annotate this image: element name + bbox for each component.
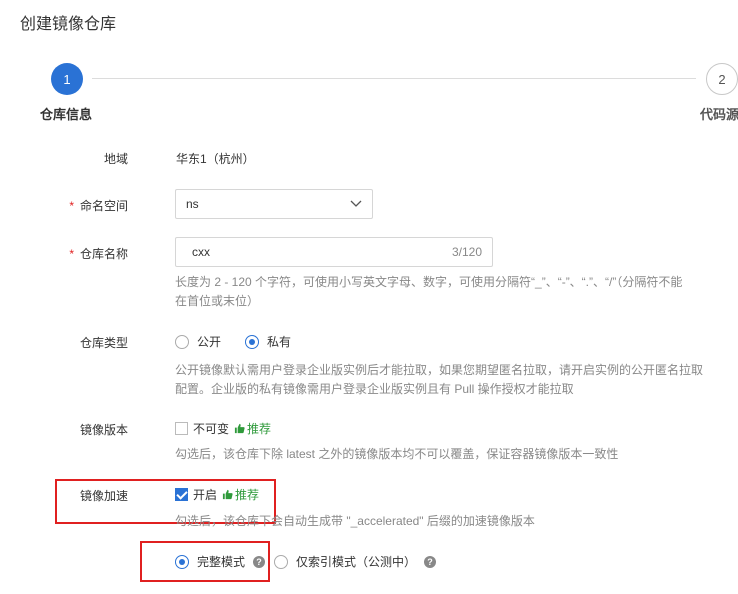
repo-name-label-text: 仓库名称 <box>79 247 128 261</box>
mode-full-label: 完整模式 <box>197 555 246 569</box>
repo-type-label: 仓库类型 <box>79 336 128 350</box>
step-1-indicator: 1 <box>51 63 83 95</box>
radio-full-mode[interactable] <box>175 554 189 569</box>
radio-private[interactable] <box>245 334 259 349</box>
namespace-label: * 命名空间 <box>0 197 128 214</box>
recommend-badge: 推荐 <box>222 486 259 503</box>
accel-label: 开启 <box>193 488 218 502</box>
step-2-indicator: 2 <box>706 63 738 95</box>
recommend-text: 推荐 <box>235 488 260 502</box>
mode-index-label: 仅索引模式（公测中） <box>296 555 417 569</box>
repo-name-input[interactable]: cxx 3/120 <box>175 237 493 267</box>
page-title: 创建镜像仓库 <box>20 16 117 33</box>
repo-name-help-line1: 长度为 2 - 120 个字符，可使用小写英文字母、数字，可使用分隔符“_”、“… <box>175 275 683 289</box>
step-2-label: 代码源 <box>700 107 738 122</box>
repo-name-value: cxx <box>192 245 210 259</box>
namespace-selected-value: ns <box>186 197 199 211</box>
image-accel-label: 镜像加速 <box>79 489 128 503</box>
step-1-number: 1 <box>63 71 71 87</box>
namespace-label-text: 命名空间 <box>79 199 128 213</box>
repo-type-private-radio[interactable]: 私有 <box>245 333 291 350</box>
repo-type-private-label: 私有 <box>267 335 292 349</box>
required-mark: * <box>69 199 74 213</box>
recommend-badge: 推荐 <box>234 420 271 437</box>
step-1-label: 仓库信息 <box>40 107 93 122</box>
immutable-checkbox-group[interactable]: 不可变 推荐 <box>175 420 271 437</box>
step-2-number: 2 <box>718 71 726 87</box>
namespace-select[interactable]: ns <box>175 189 373 219</box>
image-version-label: 镜像版本 <box>79 423 128 437</box>
region-value: 华东1（杭州） <box>176 152 255 166</box>
image-version-help: 勾选后，该仓库下除 latest 之外的镜像版本均不可以覆盖，保证容器镜像版本一… <box>175 447 619 461</box>
accel-checkbox-group[interactable]: 开启 推荐 <box>175 486 259 503</box>
accel-checkbox[interactable] <box>175 488 188 501</box>
immutable-label: 不可变 <box>193 422 230 436</box>
repo-type-help-line2: 配置。企业版的私有镜像需用户登录企业版实例且有 Pull 操作授权才能拉取 <box>175 382 574 396</box>
mode-index-radio[interactable]: 仅索引模式（公测中） ? <box>274 553 437 570</box>
region-label: 地域 <box>103 152 128 166</box>
repo-type-help: 公开镜像默认需用户登录企业版实例后才能拉取，如果您期望匿名拉取，请开启实例的公开… <box>175 361 715 399</box>
mode-full-radio[interactable]: 完整模式 ? <box>175 553 266 570</box>
required-mark: * <box>69 247 74 261</box>
radio-index-mode[interactable] <box>274 554 288 569</box>
chevron-down-icon <box>350 200 362 207</box>
char-counter: 3/120 <box>451 245 482 259</box>
repo-type-help-line1: 公开镜像默认需用户登录企业版实例后才能拉取，如果您期望匿名拉取，请开启实例的公开… <box>175 363 704 377</box>
repo-name-label: * 仓库名称 <box>0 245 128 262</box>
immutable-checkbox[interactable] <box>175 422 188 435</box>
repo-type-public-radio[interactable]: 公开 <box>175 333 221 350</box>
radio-public[interactable] <box>175 334 189 349</box>
image-accel-help: 勾选后，该仓库下会自动生成带 "_accelerated" 后缀的加速镜像版本 <box>175 514 535 528</box>
step-connector <box>92 78 696 79</box>
repo-name-help: 长度为 2 - 120 个字符，可使用小写英文字母、数字，可使用分隔符“_”、“… <box>175 273 715 311</box>
repo-type-public-label: 公开 <box>197 335 222 349</box>
thumbs-up-icon <box>234 423 245 434</box>
help-icon[interactable]: ? <box>253 555 266 568</box>
thumbs-up-icon <box>222 489 233 500</box>
help-icon[interactable]: ? <box>424 555 437 568</box>
recommend-text: 推荐 <box>247 422 272 436</box>
repo-name-help-line2: 在首位或末位） <box>175 294 260 308</box>
